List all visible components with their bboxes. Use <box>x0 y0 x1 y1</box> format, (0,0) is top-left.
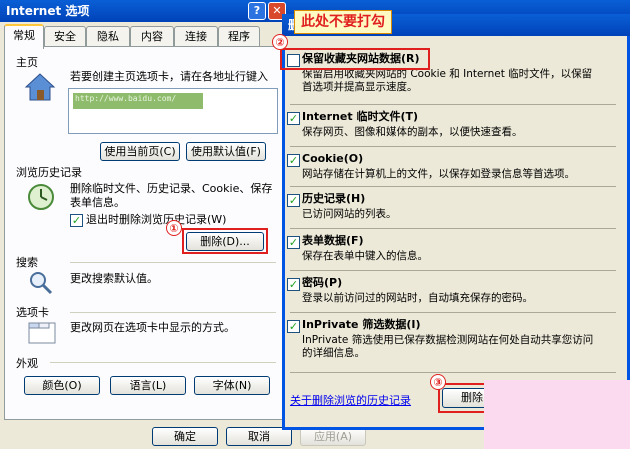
window-title: Internet 选项 <box>6 4 90 18</box>
dialog-item-separator <box>290 270 616 271</box>
delete-on-exit-checkbox[interactable]: ✓ <box>70 214 83 227</box>
dialog-item-checkbox[interactable]: ✓ <box>287 194 300 207</box>
tab-connections[interactable]: 连接 <box>174 26 218 47</box>
dialog-item-label: InPrivate 筛选数据(I) <box>302 318 421 331</box>
languages-button[interactable]: 语言(L) <box>110 376 186 395</box>
dialog-item-label: Internet 临时文件(T) <box>302 110 419 123</box>
tab-general[interactable]: 常规 <box>4 24 44 49</box>
dialog-item-separator <box>290 146 616 147</box>
home-url-text: http://www.baidu.com/ <box>75 94 177 103</box>
dialog-item-checkbox[interactable]: ✓ <box>287 154 300 167</box>
tabs-window-icon <box>28 320 56 344</box>
tabs-section-label: 选项卡 <box>16 306 49 319</box>
delete-on-exit-label: 退出时删除浏览历史记录(W) <box>86 213 227 226</box>
search-divider <box>70 262 276 263</box>
keep-favorites-highlight <box>280 48 430 70</box>
watermark-patch <box>484 380 630 449</box>
step-2-marker: ② <box>272 34 288 50</box>
step-1-marker: ① <box>166 220 182 236</box>
tab-programs[interactable]: 程序 <box>218 26 260 47</box>
tab-content[interactable]: 内容 <box>130 26 174 47</box>
home-section-label: 主页 <box>16 56 38 69</box>
tab-security[interactable]: 安全 <box>44 26 86 47</box>
search-description: 更改搜索默认值。 <box>70 272 158 285</box>
dialog-item-description: InPrivate 筛选使用已保存数据检测网站在何处自动共享您访问 <box>302 334 594 346</box>
home-description: 若要创建主页选项卡，请在各地址行键入 <box>70 70 268 83</box>
about-delete-history-link[interactable]: 关于删除浏览的历史记录 <box>290 392 411 408</box>
ok-button[interactable]: 确定 <box>152 427 218 446</box>
dialog-item-separator <box>290 186 616 187</box>
dialog-item-description: 的详细信息。 <box>302 347 365 359</box>
dialog-item-description: 保存网页、图像和媒体的副本，以便快速查看。 <box>302 126 523 138</box>
warning-callout: 此处不要打勾 <box>294 10 392 34</box>
dialog-item-checkbox[interactable]: ✓ <box>287 320 300 333</box>
colors-button[interactable]: 颜色(O) <box>24 376 100 395</box>
appearance-divider <box>50 362 276 363</box>
house-icon <box>24 72 56 102</box>
tab-privacy[interactable]: 隐私 <box>86 26 130 47</box>
tabs-divider <box>70 312 276 313</box>
dialog-item-description: 首选项并提高显示速度。 <box>302 81 418 93</box>
help-button[interactable]: ? <box>248 2 266 20</box>
dialog-item-checkbox[interactable]: ✓ <box>287 236 300 249</box>
dialog-item-label: Cookie(O) <box>302 152 364 165</box>
home-url-field[interactable]: http://www.baidu.com/ <box>68 88 278 134</box>
use-current-button[interactable]: 使用当前页(C) <box>100 142 180 161</box>
dialog-item-label: 历史记录(H) <box>302 192 366 205</box>
dialog-item-label: 表单数据(F) <box>302 234 364 247</box>
history-description-1: 删除临时文件、历史记录、Cookie、保存 <box>70 182 273 195</box>
dialog-item-description: 登录以前访问过的网站时，自动填充保存的密码。 <box>302 292 533 304</box>
dialog-item-label: 密码(P) <box>302 276 343 289</box>
history-clock-icon <box>26 182 56 212</box>
dialog-item-description: 网站存储在计算机上的文件，以保存如登录信息等首选项。 <box>302 168 575 180</box>
dialog-item-separator <box>290 104 616 105</box>
dialog-item-description: 已访问网站的列表。 <box>302 208 397 220</box>
dialog-item-separator <box>290 228 616 229</box>
dialog-bottom-separator <box>290 372 616 373</box>
step-3-marker: ③ <box>430 374 446 390</box>
history-section-label: 浏览历史记录 <box>16 166 82 179</box>
history-delete-button[interactable]: 删除(D)... <box>186 232 264 251</box>
dialog-item-checkbox[interactable]: ✓ <box>287 112 300 125</box>
use-default-button[interactable]: 使用默认值(F) <box>186 142 266 161</box>
tabs-description: 更改网页在选项卡中显示的方式。 <box>70 321 235 334</box>
magnifier-icon <box>28 270 54 296</box>
dialog-item-description: 保存在表单中键入的信息。 <box>302 250 428 262</box>
dialog-item-separator <box>290 312 616 313</box>
fonts-button[interactable]: 字体(N) <box>194 376 270 395</box>
dialog-item-checkbox[interactable]: ✓ <box>287 278 300 291</box>
appearance-section-label: 外观 <box>16 357 38 370</box>
search-section-label: 搜索 <box>16 256 38 269</box>
history-description-2: 表单信息。 <box>70 196 125 209</box>
